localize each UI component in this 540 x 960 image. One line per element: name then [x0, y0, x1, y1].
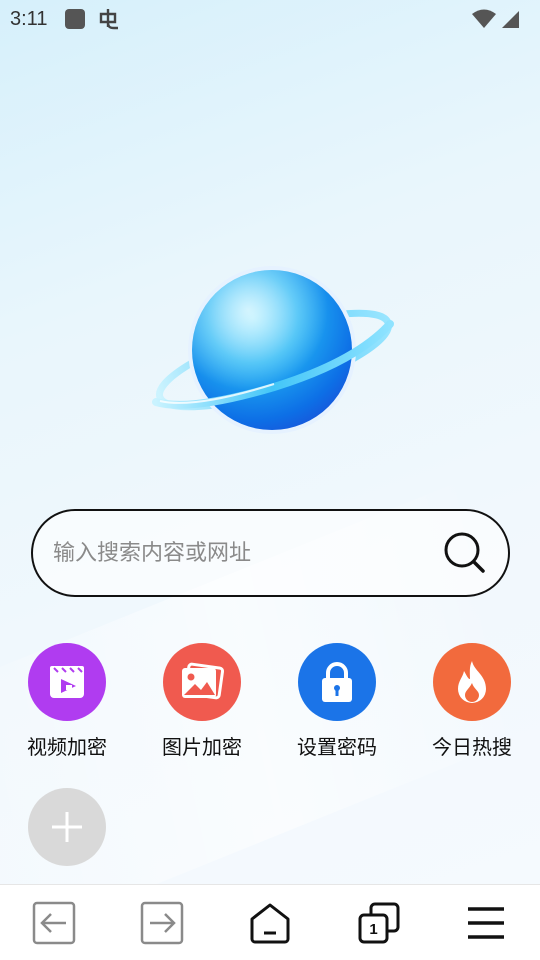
shortcut-video-encrypt[interactable]: 视频加密 — [12, 643, 122, 760]
status-time: 3:11 — [10, 7, 48, 30]
flame-icon — [433, 643, 511, 721]
shortcut-set-password[interactable]: 设置密码 — [282, 643, 392, 760]
search-icon[interactable] — [442, 530, 488, 576]
lock-icon — [298, 643, 376, 721]
status-bar: 3:11 — [0, 0, 540, 38]
search-bar — [31, 509, 510, 597]
forward-icon[interactable] — [140, 901, 184, 945]
bug-icon — [100, 9, 119, 30]
app-square-icon — [65, 9, 86, 29]
image-icon — [163, 643, 241, 721]
status-right-icons — [472, 9, 520, 29]
shortcut-label: 今日热搜 — [432, 735, 512, 759]
shortcut-trending[interactable]: 今日热搜 — [417, 643, 527, 760]
tab-count: 1 — [369, 921, 378, 938]
plus-icon — [52, 812, 82, 842]
add-shortcut-button[interactable] — [28, 788, 106, 866]
back-icon[interactable] — [32, 901, 76, 945]
home-icon[interactable] — [248, 901, 292, 945]
search-input[interactable] — [53, 540, 442, 566]
tabs-button[interactable]: 1 — [357, 901, 401, 945]
video-lock-icon — [28, 643, 106, 721]
planet-logo — [152, 266, 394, 434]
shortcut-label: 设置密码 — [297, 735, 377, 759]
shortcut-label: 图片加密 — [162, 735, 242, 759]
bottom-nav: 1 — [0, 884, 540, 960]
menu-icon[interactable] — [464, 901, 508, 945]
shortcut-image-encrypt[interactable]: 图片加密 — [147, 643, 257, 760]
signal-icon — [502, 11, 519, 28]
shortcut-label: 视频加密 — [27, 735, 107, 759]
wifi-icon — [472, 9, 496, 28]
